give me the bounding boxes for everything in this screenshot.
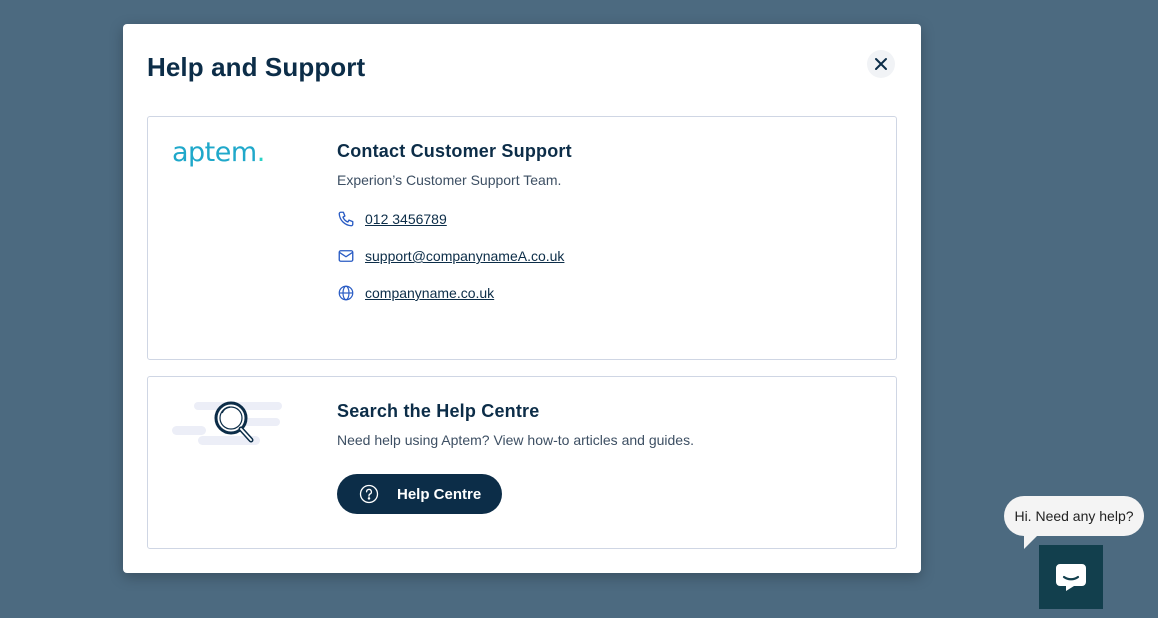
envelope-icon [337,247,355,265]
phone-icon [337,210,355,228]
contact-description: Experion’s Customer Support Team. [337,172,562,188]
question-circle-icon [359,484,379,504]
help-description: Need help using Aptem? View how-to artic… [337,432,694,448]
contact-heading: Contact Customer Support [337,141,572,161]
chat-icon [1054,562,1088,592]
help-centre-button-label: Help Centre [397,485,482,503]
website-link[interactable]: companyname.co.uk [365,285,494,301]
help-centre-button[interactable]: Help Centre [337,474,503,514]
chat-bubble-tail [1024,535,1038,549]
modal-title: Help and Support [147,52,366,82]
help-centre-card: Search the Help Centre Need help using A… [147,376,897,549]
contact-item-email: support@companynameA.co.uk [337,245,572,267]
phone-link[interactable]: 012 3456789 [365,211,447,227]
contact-item-website: companyname.co.uk [337,282,572,304]
globe-icon [337,284,355,302]
aptem-logo: aptem. [172,137,265,168]
chat-launcher-button[interactable] [1039,545,1103,609]
contact-support-card: aptem. Contact Customer Support Experion… [147,116,897,360]
magnifier-illustration [172,399,284,449]
email-link[interactable]: support@companynameA.co.uk [365,248,564,264]
help-heading: Search the Help Centre [337,401,540,421]
help-support-modal: Help and Support aptem. Contact Customer… [123,24,921,573]
contact-list: 012 3456789 support@companynameA.co.uk c… [337,208,572,304]
contact-item-phone: 012 3456789 [337,208,572,230]
close-icon [874,57,888,71]
close-button[interactable] [867,50,895,78]
chat-greeting-bubble[interactable]: Hi. Need any help? [1004,496,1144,536]
